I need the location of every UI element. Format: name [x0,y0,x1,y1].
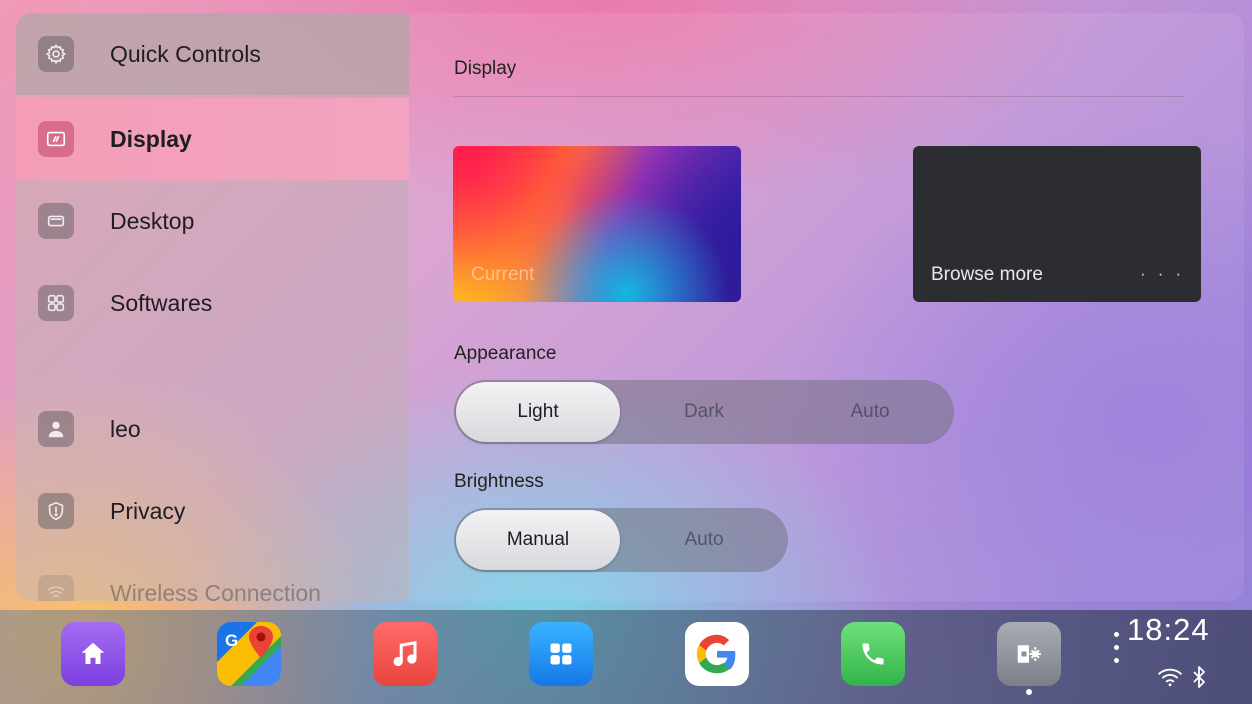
wallpaper-browse-more[interactable]: Browse more · · · [913,146,1201,302]
appearance-option-light[interactable]: Light [456,382,620,442]
appearance-label: Appearance [454,343,557,364]
sidebar-item-privacy[interactable]: Privacy [16,470,409,552]
phone-icon [862,643,884,665]
apps-grid-icon [38,285,74,321]
home-app-button[interactable] [61,622,125,686]
appearance-option-auto[interactable]: Auto [788,380,952,444]
app-grid-icon [550,643,572,665]
settings-app-button[interactable] [997,622,1061,686]
browse-more-label: Browse more [931,264,1043,285]
sidebar-item-label: Privacy [110,497,186,524]
sidebar-item-label: Wireless Connection [110,579,321,602]
user-icon [38,411,74,447]
sidebar-item-label: leo [110,415,141,442]
google-app-button[interactable] [685,622,749,686]
divider [454,96,1184,97]
settings-sidebar: Quick Controls Display Desktop Softwares… [16,13,409,601]
brightness-option-manual[interactable]: Manual [456,510,620,570]
sidebar-item-label: Quick Controls [110,40,261,67]
phone-app-button[interactable] [841,622,905,686]
gear-icon [38,36,74,72]
music-icon [393,640,417,667]
brightness-option-auto[interactable]: Auto [622,508,786,572]
svg-text:G: G [225,631,238,650]
wallpaper-current-label: Current [471,264,535,285]
active-app-indicator [1026,689,1032,695]
page-title: Display [454,58,517,79]
sidebar-item-display[interactable]: Display [16,98,409,180]
brightness-label: Brightness [454,471,544,492]
app-drawer-button[interactable] [529,622,593,686]
maps-icon: G [217,622,281,686]
display-settings-content: Display Current Browse more · · · Appear… [409,13,1244,601]
wifi-icon [38,575,74,601]
appearance-segmented-control: Light Dark Auto [454,380,954,444]
settings-icon [1017,645,1041,663]
sidebar-item-user[interactable]: leo [16,388,409,470]
sidebar-item-label: Desktop [110,207,195,234]
brightness-segmented-control: Manual Auto [454,508,788,572]
bluetooth-icon [1193,666,1205,688]
display-icon [38,121,74,157]
sidebar-item-quick-controls[interactable]: Quick Controls [16,13,409,95]
wallpaper-current[interactable]: Current [453,146,741,302]
status-icons [1157,665,1207,689]
sidebar-item-wireless-connection[interactable]: Wireless Connection [16,552,409,601]
sidebar-item-softwares[interactable]: Softwares [16,262,409,344]
dock: G 18:24 [0,610,1252,704]
sidebar-item-label: Display [110,125,192,152]
wifi-icon [1158,668,1182,687]
more-vertical-icon[interactable] [1114,632,1120,671]
appearance-option-dark[interactable]: Dark [622,380,786,444]
shield-icon [38,493,74,529]
sidebar-item-label: Softwares [110,289,213,316]
status-clock: 18:24 [1127,612,1210,647]
more-options-icon[interactable]: · · · [1140,266,1185,284]
music-app-button[interactable] [373,622,437,686]
sidebar-item-desktop[interactable]: Desktop [16,180,409,262]
settings-panel: Quick Controls Display Desktop Softwares… [16,13,1244,601]
google-icon [696,634,736,674]
maps-app-button[interactable]: G [217,622,281,686]
home-icon [81,642,105,664]
desktop-icon [38,203,74,239]
